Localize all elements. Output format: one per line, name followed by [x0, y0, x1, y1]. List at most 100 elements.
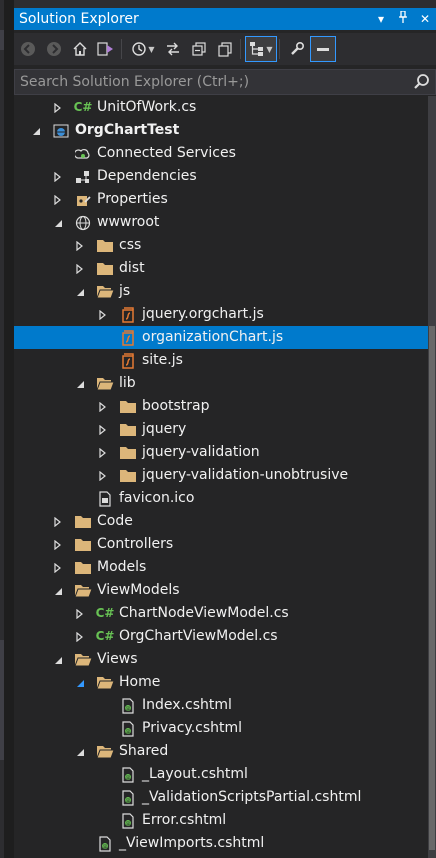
dependencies-icon: [74, 168, 92, 185]
tree-item[interactable]: Views: [14, 648, 428, 671]
tree-item-label: Controllers: [97, 536, 174, 552]
pin-icon[interactable]: [396, 8, 410, 30]
collapse-arrow-icon[interactable]: [74, 740, 86, 763]
collapse-all-icon[interactable]: [187, 37, 211, 61]
collapse-arrow-icon[interactable]: [30, 119, 42, 142]
expand-arrow-icon[interactable]: [52, 165, 64, 188]
tree-item[interactable]: favicon.ico: [14, 487, 428, 510]
svg-text:@: @: [126, 798, 131, 804]
collapse-arrow-icon[interactable]: [52, 579, 64, 602]
tree-item[interactable]: jquery-validation-unobtrusive: [14, 464, 428, 487]
tree-item[interactable]: OrgChartTest: [14, 119, 428, 142]
expand-arrow-icon[interactable]: [97, 441, 109, 464]
expand-arrow-icon[interactable]: [97, 303, 109, 326]
tree-item[interactable]: @ Error.cshtml: [14, 809, 428, 832]
tree-item[interactable]: Connected Services: [14, 142, 428, 165]
tree-item-label: OrgChartTest: [75, 122, 180, 138]
tree-item-label: lib: [119, 375, 136, 391]
scrollbar-thumb[interactable]: [429, 326, 435, 850]
svg-text:@: @: [126, 729, 131, 735]
expand-arrow-icon[interactable]: [97, 464, 109, 487]
show-all-files-icon[interactable]: ▼: [245, 36, 277, 62]
expand-arrow-icon[interactable]: [74, 257, 86, 280]
collapse-arrow-icon[interactable]: [52, 648, 64, 671]
tree-item[interactable]: dist: [14, 257, 428, 280]
tree-item-label: css: [119, 237, 142, 253]
tree-item[interactable]: Properties: [14, 188, 428, 211]
dropdown-icon[interactable]: ▾: [374, 8, 388, 30]
tree-item[interactable]: jquery.orgchart.js: [14, 303, 428, 326]
tree-item[interactable]: jquery: [14, 418, 428, 441]
tree-item[interactable]: @ _ViewImports.cshtml: [14, 832, 428, 855]
preview-icon[interactable]: [310, 36, 336, 62]
sync-icon[interactable]: [161, 37, 185, 61]
collapse-arrow-icon[interactable]: [74, 372, 86, 395]
solution-tree: C# UnitOfWork.cs OrgChartTest Connected Ser…: [14, 96, 428, 858]
collapse-arrow-icon[interactable]: [74, 671, 86, 694]
tree-item[interactable]: C# OrgChartViewModel.cs: [14, 625, 428, 648]
expand-arrow-icon[interactable]: [52, 188, 64, 211]
vs-switch-views-icon[interactable]: [94, 37, 118, 61]
left-edge-stripe: [4, 0, 14, 858]
history-icon[interactable]: ▼: [127, 37, 159, 61]
js-file-icon: [119, 352, 137, 369]
folder-icon: [74, 536, 92, 553]
tree-item[interactable]: Home: [14, 671, 428, 694]
tree-item[interactable]: organizationChart.js: [14, 326, 428, 349]
tree-item[interactable]: jquery-validation: [14, 441, 428, 464]
tree-item-label: bootstrap: [142, 398, 210, 414]
tree-item[interactable]: Dependencies: [14, 165, 428, 188]
tree-item-label: jquery: [142, 421, 187, 437]
close-icon[interactable]: ✕: [418, 8, 432, 30]
tree-item[interactable]: Shared: [14, 740, 428, 763]
tree-item[interactable]: @ Privacy.cshtml: [14, 717, 428, 740]
expand-arrow-icon[interactable]: [97, 395, 109, 418]
copy-icon[interactable]: [213, 37, 237, 61]
vertical-scrollbar[interactable]: [428, 96, 436, 858]
tree-item[interactable]: css: [14, 234, 428, 257]
tree-item[interactable]: @ _ValidationScriptsPartial.cshtml: [14, 786, 428, 809]
tree-item-label: jquery-validation: [142, 444, 260, 460]
tree-item[interactable]: @ _Layout.cshtml: [14, 763, 428, 786]
expand-arrow-icon[interactable]: [52, 533, 64, 556]
tree-item-label: wwwroot: [97, 214, 160, 230]
tree-item[interactable]: lib: [14, 372, 428, 395]
tree-item[interactable]: js: [14, 280, 428, 303]
tree-item-label: js: [119, 283, 131, 299]
expand-arrow-icon[interactable]: [97, 418, 109, 441]
tree-item[interactable]: @ Index.cshtml: [14, 694, 428, 717]
tree-item[interactable]: C# ChartNodeViewModel.cs: [14, 602, 428, 625]
collapse-arrow-icon[interactable]: [52, 211, 64, 234]
tree-item[interactable]: wwwroot: [14, 211, 428, 234]
globe-icon: [74, 214, 92, 231]
forward-icon[interactable]: [42, 37, 66, 61]
collapse-arrow-icon[interactable]: [74, 280, 86, 303]
expand-arrow-icon[interactable]: [52, 556, 64, 579]
properties-icon[interactable]: [285, 37, 309, 61]
expand-arrow-icon[interactable]: [74, 602, 86, 625]
back-icon[interactable]: [16, 37, 40, 61]
left-edge-tab: [0, 30, 4, 50]
cshtml-file-icon: @: [119, 766, 137, 783]
folder-icon: [74, 559, 92, 576]
search-icon[interactable]: [413, 73, 431, 91]
tree-item[interactable]: site.js: [14, 349, 428, 372]
tree-item-label: jquery.orgchart.js: [142, 306, 264, 322]
expand-arrow-icon[interactable]: [74, 234, 86, 257]
left-edge-tab: [0, 640, 4, 760]
cshtml-file-icon: @: [96, 835, 114, 852]
tree-item-label: Dependencies: [97, 168, 197, 184]
expand-arrow-icon[interactable]: [74, 625, 86, 648]
folder-open-icon: [96, 375, 114, 392]
tree-item[interactable]: Models: [14, 556, 428, 579]
tree-item[interactable]: C# UnitOfWork.cs: [14, 96, 428, 119]
tree-item[interactable]: Code: [14, 510, 428, 533]
tree-item[interactable]: Controllers: [14, 533, 428, 556]
tree-item-label: Shared: [119, 743, 169, 759]
home-icon[interactable]: [68, 37, 92, 61]
search-input[interactable]: [20, 72, 400, 92]
tree-item[interactable]: bootstrap: [14, 395, 428, 418]
expand-arrow-icon[interactable]: [52, 96, 64, 119]
expand-arrow-icon[interactable]: [52, 510, 64, 533]
tree-item[interactable]: ViewModels: [14, 579, 428, 602]
